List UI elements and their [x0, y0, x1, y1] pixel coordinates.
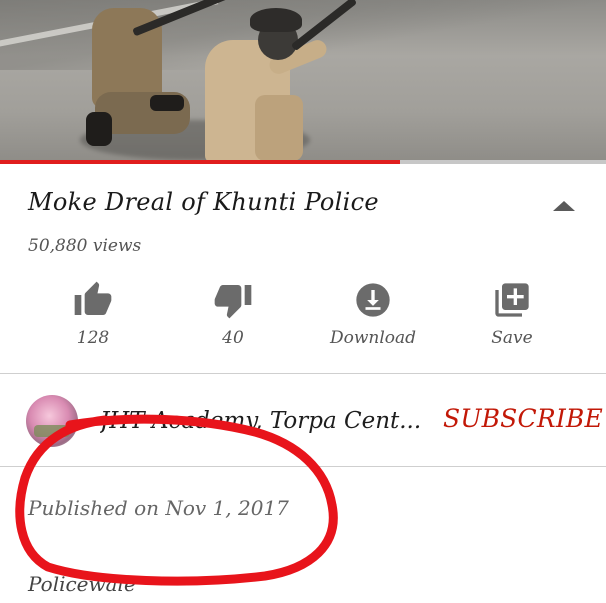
like-count: 128	[76, 328, 110, 348]
divider	[0, 373, 606, 374]
view-count: 50,880 views	[28, 236, 142, 256]
channel-avatar[interactable]	[26, 395, 78, 447]
channel-name[interactable]: JHT Academy, Torpa Cent...	[100, 408, 426, 434]
subscribe-button[interactable]: SUBSCRIBE	[443, 404, 603, 433]
published-date: Published on Nov 1, 2017	[28, 496, 289, 520]
video-progress-fill	[0, 160, 400, 164]
save-button[interactable]: Save	[452, 280, 572, 350]
dislike-count: 40	[222, 328, 244, 348]
download-icon	[353, 280, 393, 320]
video-frame-figure	[86, 112, 112, 146]
video-progress-bar[interactable]	[0, 160, 606, 164]
dislike-button[interactable]: 40	[173, 280, 293, 350]
divider	[0, 466, 606, 467]
like-button[interactable]: 128	[33, 280, 153, 350]
video-frame-figure	[150, 95, 184, 111]
download-button[interactable]: Download	[313, 280, 433, 350]
save-label: Save	[491, 328, 533, 348]
video-frame-figure	[250, 8, 302, 32]
video-frame-figure	[255, 95, 303, 160]
thumbs-up-icon	[73, 280, 113, 320]
thumbs-down-icon	[213, 280, 253, 320]
video-player[interactable]	[0, 0, 606, 160]
video-title: Moke Dreal of Khunti Police	[28, 188, 379, 216]
playlist-add-icon	[492, 280, 532, 320]
category-tag[interactable]: Policewale	[28, 572, 136, 596]
collapse-chevron-icon[interactable]	[553, 201, 575, 211]
download-label: Download	[329, 328, 417, 348]
